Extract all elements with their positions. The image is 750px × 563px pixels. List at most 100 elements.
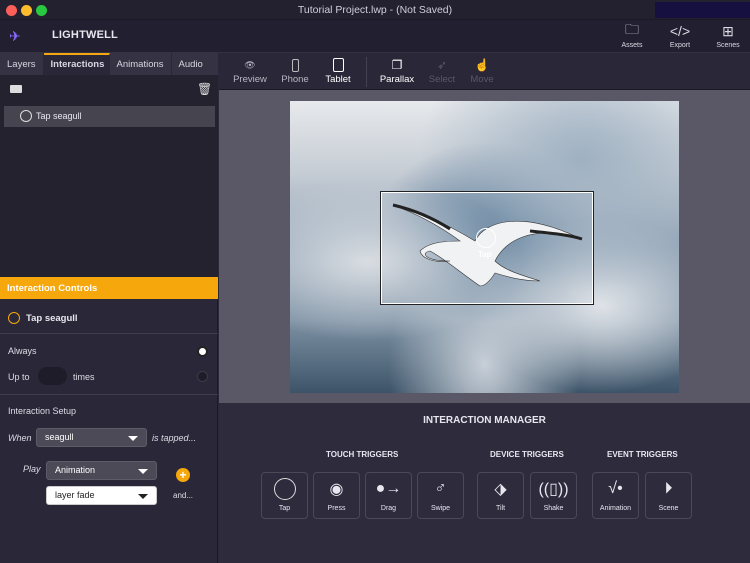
press-icon: ◉ — [329, 481, 344, 498]
always-radio[interactable] — [197, 346, 208, 357]
code-icon: </> — [669, 23, 691, 39]
interactions-list: 🗑 Tap seagull — [0, 75, 218, 277]
when-label: When — [8, 433, 32, 443]
scenes-label: Scenes — [716, 42, 740, 49]
folder-icon[interactable] — [10, 85, 22, 93]
drag-icon: ●→ — [375, 480, 402, 497]
tap-trigger-icon — [476, 228, 496, 248]
assets-label: Assets — [621, 42, 643, 49]
press-trigger-label: Press — [327, 505, 346, 512]
times-input[interactable] — [38, 367, 67, 385]
left-panel: Layers Interactions Animations Audio 🗑 T… — [0, 53, 218, 563]
animation-trigger-button[interactable]: √• Animation — [592, 472, 639, 519]
canvas-toolbar: 👁 Preview Phone Tablet ❐ Parallax ➶ Select … — [219, 53, 750, 90]
scenes-button[interactable]: ⊞ Scenes — [708, 20, 748, 50]
folder-icon: 🗀 — [625, 21, 639, 37]
preview-button[interactable]: 👁 Preview — [231, 56, 269, 86]
and-label: and... — [173, 491, 194, 500]
move-label: Move — [470, 74, 494, 85]
panel-tabs: Layers Interactions Animations Audio — [0, 53, 218, 75]
assets-button[interactable]: 🗀 Assets — [612, 20, 652, 49]
add-action-button[interactable]: + — [176, 468, 190, 482]
move-button[interactable]: ☝ Move — [465, 56, 499, 85]
play-type-value: Animation — [55, 465, 96, 475]
tablet-icon — [321, 56, 355, 74]
divider — [0, 394, 218, 395]
animation-value: layer fade — [55, 490, 95, 500]
scene-trigger-button[interactable]: ⏵ Scene — [645, 472, 692, 519]
event-triggers-heading: EVENT TRIGGERS — [607, 450, 678, 459]
preview-label: Preview — [233, 74, 267, 85]
play-type-select[interactable]: Animation — [46, 461, 157, 480]
shake-trigger-label: Shake — [543, 505, 564, 512]
tap-trigger-button[interactable]: Tap — [261, 472, 308, 519]
press-trigger-button[interactable]: ◉ Press — [313, 472, 360, 519]
app-header: ✈ LIGHTWELL 🗀 Assets </> Export ⊞ Scenes — [0, 20, 750, 53]
animation-select[interactable]: layer fade — [46, 486, 157, 505]
grid-icon: ⊞ — [722, 22, 734, 39]
target-select[interactable]: seagull — [36, 428, 147, 447]
drag-trigger-label: Drag — [380, 505, 397, 512]
chevron-down-icon — [128, 436, 138, 441]
window-title: Tutorial Project.lwp - (Not Saved) — [297, 4, 453, 16]
up-to-radio[interactable] — [197, 371, 208, 382]
export-label: Export — [669, 42, 691, 49]
drag-trigger-button[interactable]: ●→ Drag — [365, 472, 412, 519]
title-bar: Tutorial Project.lwp - (Not Saved) — [0, 0, 750, 20]
divider — [0, 333, 218, 334]
eye-icon: 👁 — [244, 59, 256, 70]
selected-layer-seagull[interactable]: Tap — [380, 191, 594, 305]
swipe-trigger-label: Swipe — [430, 505, 451, 512]
list-item[interactable]: Tap seagull — [4, 106, 215, 127]
swipe-icon: ♂ — [434, 480, 447, 497]
select-label: Select — [428, 74, 456, 85]
touch-triggers-heading: TOUCH TRIGGERS — [326, 450, 399, 459]
chevron-down-icon — [138, 469, 148, 474]
trash-icon[interactable]: 🗑 — [197, 82, 212, 96]
play-icon: ⏵ — [664, 480, 673, 497]
list-item-label: Tap seagull — [36, 111, 82, 121]
play-label: Play — [23, 464, 41, 474]
is-tapped-label: is tapped... — [152, 433, 197, 443]
phone-icon — [279, 56, 311, 74]
device-triggers-heading: DEVICE TRIGGERS — [490, 450, 564, 459]
animation-icon: √• — [608, 480, 623, 497]
tilt-trigger-button[interactable]: ⬗ Tilt — [477, 472, 524, 519]
tilt-trigger-label: Tilt — [495, 505, 506, 512]
always-label: Always — [8, 346, 37, 356]
brand-name: LIGHTWELL — [52, 29, 118, 41]
export-button[interactable]: </> Export — [660, 20, 700, 49]
tap-trigger-label: Tap — [278, 505, 291, 512]
phone-label: Phone — [281, 74, 309, 85]
shake-trigger-button[interactable]: ((▯)) Shake — [530, 472, 577, 519]
tablet-button[interactable]: Tablet — [321, 56, 355, 85]
phone-button[interactable]: Phone — [279, 56, 311, 85]
parallax-button[interactable]: ❐ Parallax — [377, 56, 417, 85]
tap-label: Tap — [478, 250, 492, 259]
divider — [366, 57, 367, 87]
lightwell-logo-icon: ✈ — [9, 28, 21, 44]
cursor-icon: ➶ — [436, 58, 448, 72]
tab-audio[interactable]: Audio — [172, 53, 210, 75]
tab-interactions[interactable]: Interactions — [43, 53, 110, 75]
manager-title: INTERACTION MANAGER — [423, 415, 546, 426]
interaction-manager: INTERACTION MANAGER TOUCH TRIGGERS DEVIC… — [219, 403, 750, 563]
scene-trigger-label: Scene — [658, 505, 679, 512]
tap-icon — [20, 110, 32, 122]
chevron-down-icon — [138, 494, 148, 499]
tap-icon — [8, 312, 20, 324]
swipe-trigger-button[interactable]: ♂ Swipe — [417, 472, 464, 519]
parallax-label: Parallax — [379, 74, 415, 85]
tab-layers[interactable]: Layers — [0, 53, 44, 75]
up-to-label: Up to — [8, 372, 30, 382]
shake-icon: ((▯)) — [538, 481, 569, 498]
interaction-name: Tap seagull — [26, 313, 78, 324]
tab-animations[interactable]: Animations — [110, 53, 172, 75]
target-value: seagull — [45, 432, 74, 442]
parallax-icon: ❐ — [391, 58, 403, 72]
title-bar-region — [655, 2, 750, 18]
hand-icon: ☝ — [474, 58, 490, 72]
tilt-icon: ⬗ — [494, 481, 507, 498]
select-button[interactable]: ➶ Select — [425, 56, 459, 85]
animation-trigger-label: Animation — [599, 505, 632, 512]
